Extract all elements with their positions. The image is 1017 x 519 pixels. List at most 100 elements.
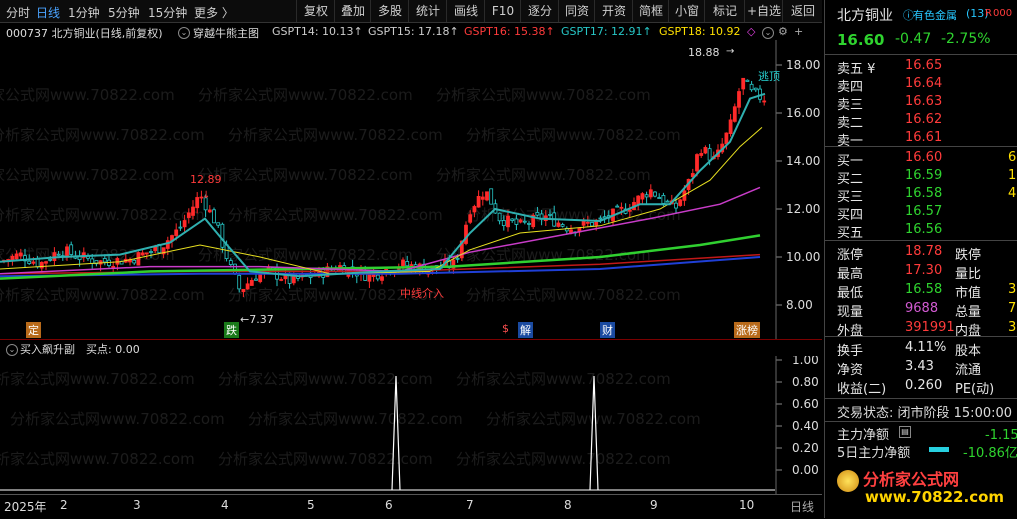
candle-body[interactable] xyxy=(14,253,19,260)
candle-body[interactable] xyxy=(39,261,44,269)
candle-body[interactable] xyxy=(380,276,384,281)
candle-body[interactable] xyxy=(653,191,657,197)
candle-body[interactable] xyxy=(480,196,485,200)
simple-frame-button[interactable]: 简框 xyxy=(632,0,669,22)
event-marker-ding[interactable]: 定 xyxy=(26,322,41,338)
ask-row[interactable]: 卖四 16.64 xyxy=(825,75,1017,95)
candle-body[interactable] xyxy=(590,222,594,227)
event-marker-die[interactable]: 跌 xyxy=(224,322,239,338)
panel-toggle-button[interactable]: ⌄ xyxy=(762,25,774,39)
restore-rights-button[interactable]: 复权 xyxy=(296,0,335,22)
candle-body[interactable] xyxy=(132,259,137,264)
candle-body[interactable] xyxy=(186,212,191,218)
candle-body[interactable] xyxy=(455,257,460,260)
indicator-chart[interactable]: 分析家公式网www.70822.com 分析家公式网www.70822.com 分析… xyxy=(0,356,822,494)
candle-body[interactable] xyxy=(485,191,489,201)
same-capital-button[interactable]: 同资 xyxy=(558,0,595,22)
candle-body[interactable] xyxy=(375,274,380,280)
small-window-button[interactable]: 小窗 xyxy=(668,0,705,22)
candle-body[interactable] xyxy=(69,244,74,255)
candle-body[interactable] xyxy=(31,261,36,264)
candle-body[interactable] xyxy=(728,119,733,134)
candle-body[interactable] xyxy=(44,261,48,264)
candle-body[interactable] xyxy=(144,252,149,255)
candle-body[interactable] xyxy=(501,220,506,227)
multi-stock-button[interactable]: 多股 xyxy=(370,0,409,22)
candle-body[interactable] xyxy=(140,252,145,256)
settings-icon[interactable]: ⚙ xyxy=(778,25,788,38)
candle-body[interactable] xyxy=(237,274,242,290)
bid-row[interactable]: 买二 16.59 1 xyxy=(825,167,1017,187)
bid-row[interactable]: 买四 16.57 xyxy=(825,203,1017,223)
candle-body[interactable] xyxy=(489,188,494,205)
candle-body[interactable] xyxy=(111,266,116,269)
candle-body[interactable] xyxy=(191,206,195,216)
candle-body[interactable] xyxy=(149,251,153,253)
f10-button[interactable]: F10 xyxy=(484,0,521,22)
kline-chart[interactable]: 分析家公式网www.70822.com 分析家公式网www.70822.com 分析… xyxy=(0,40,822,340)
add-watchlist-button[interactable]: +自选 xyxy=(744,0,783,22)
bid-row[interactable]: 买一 16.60 6 xyxy=(825,149,1017,169)
candle-body[interactable] xyxy=(245,283,250,290)
candle-body[interactable] xyxy=(178,226,183,229)
candle-body[interactable] xyxy=(18,252,23,257)
candle-body[interactable] xyxy=(115,258,120,265)
candle-body[interactable] xyxy=(732,106,737,122)
draw-line-button[interactable]: 画线 xyxy=(446,0,485,22)
event-marker-jie[interactable]: 解 xyxy=(518,322,533,338)
candle-body[interactable] xyxy=(627,209,632,212)
candle-body[interactable] xyxy=(548,213,552,216)
candle-body[interactable] xyxy=(753,87,758,91)
candle-body[interactable] xyxy=(636,195,641,205)
candle-body[interactable] xyxy=(762,100,767,103)
candle-body[interactable] xyxy=(535,212,540,216)
candle-body[interactable] xyxy=(182,220,187,228)
ask-row[interactable]: 卖三 16.63 xyxy=(825,93,1017,113)
candle-body[interactable] xyxy=(405,261,410,267)
candle-body[interactable] xyxy=(661,195,666,204)
candle-body[interactable] xyxy=(220,223,225,248)
period-tab-1min[interactable]: 1分钟 xyxy=(68,4,100,21)
candle-body[interactable] xyxy=(585,221,590,224)
bid-row[interactable]: 买三 16.58 4 xyxy=(825,185,1017,205)
candle-body[interactable] xyxy=(703,147,708,154)
event-marker-zhangbang[interactable]: 涨榜 xyxy=(734,322,760,338)
candle-body[interactable] xyxy=(510,218,515,221)
candle-body[interactable] xyxy=(640,193,645,200)
candle-body[interactable] xyxy=(258,273,263,283)
sub-indicator-name[interactable]: 买入飙升副 xyxy=(20,341,75,357)
candle-body[interactable] xyxy=(619,206,624,209)
candle-body[interactable] xyxy=(724,132,729,145)
candle-body[interactable] xyxy=(522,220,527,223)
indicator-selector[interactable]: ⌄ xyxy=(178,25,190,39)
event-marker-cai[interactable]: 财 xyxy=(600,322,615,338)
candle-body[interactable] xyxy=(90,258,95,264)
candle-body[interactable] xyxy=(745,79,750,82)
candle-body[interactable] xyxy=(674,202,678,209)
indicator-toggle[interactable]: ⌄ xyxy=(6,341,18,356)
candle-body[interactable] xyxy=(48,258,53,261)
ask-row[interactable]: 卖一 16.61 xyxy=(825,129,1017,149)
candle-body[interactable] xyxy=(741,77,746,90)
add-icon[interactable]: + xyxy=(794,25,803,38)
info-box-icon[interactable]: ▤ xyxy=(899,426,911,438)
mark-button[interactable]: 标记 xyxy=(704,0,745,22)
candle-body[interactable] xyxy=(401,259,405,267)
candle-body[interactable] xyxy=(27,260,32,264)
candle-body[interactable] xyxy=(598,217,603,220)
candle-body[interactable] xyxy=(102,258,107,263)
event-marker-dollar[interactable]: $ xyxy=(500,322,511,335)
candle-body[interactable] xyxy=(527,222,531,225)
overlay-button[interactable]: 叠加 xyxy=(334,0,371,22)
ask-row[interactable]: 卖二 16.62 xyxy=(825,111,1017,131)
candle-body[interactable] xyxy=(749,83,754,91)
candle-body[interactable] xyxy=(165,240,170,249)
candle-body[interactable] xyxy=(136,252,141,266)
candle-body[interactable] xyxy=(476,195,481,208)
candle-body[interactable] xyxy=(56,253,61,256)
candle-body[interactable] xyxy=(468,214,473,223)
candle-body[interactable] xyxy=(695,154,699,172)
candle-body[interactable] xyxy=(35,258,40,268)
candle-body[interactable] xyxy=(216,222,221,226)
candle-body[interactable] xyxy=(699,153,704,156)
